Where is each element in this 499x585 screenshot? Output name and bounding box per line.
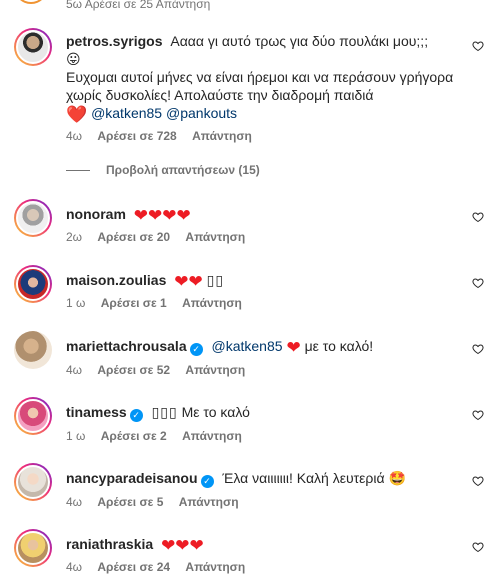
heart-outline-icon[interactable] [471, 343, 485, 357]
comment-body: maison.zoulias ❤❤ ▯▯ 1 ω Αρέσει σε 1 Απά… [66, 271, 459, 311]
view-replies-button[interactable]: Προβολή απαντήσεων (15) [66, 163, 260, 177]
hearts-emoji: ❤❤❤ [161, 536, 204, 555]
unrendered-emoji: ▯▯▯ [151, 404, 178, 420]
timestamp[interactable]: 4ω [66, 129, 82, 143]
mention-pankouts[interactable]: @pankouts [166, 105, 237, 121]
heart-outline-icon[interactable] [471, 211, 485, 225]
avatar[interactable] [14, 397, 52, 435]
timestamp[interactable]: 4ω [66, 363, 82, 377]
likes-count[interactable]: Αρέσει σε 24 [97, 560, 170, 574]
avatar[interactable] [14, 28, 52, 66]
verified-badge-icon: ✓ [189, 343, 203, 356]
username[interactable]: tinamess [66, 404, 127, 420]
likes-count[interactable]: Αρέσει σε 1 [101, 296, 167, 310]
hearts-emoji: ❤❤❤❤ [133, 206, 191, 225]
divider [66, 169, 90, 171]
likes-count[interactable]: Αρέσει σε 728 [97, 129, 176, 143]
avatar[interactable] [14, 0, 48, 4]
likes-count[interactable]: Αρέσει σε 20 [97, 230, 170, 244]
username[interactable]: nancyparadeisanou [66, 470, 198, 486]
avatar[interactable] [14, 529, 52, 567]
verified-badge-icon: ✓ [200, 475, 214, 488]
comment-body: raniathraskia ❤❤❤ 4ω Αρέσει σε 24 Απάντη… [66, 535, 459, 575]
hearts-emoji: ❤❤ [174, 272, 203, 291]
username[interactable]: mariettachrousala [66, 338, 187, 354]
comment-body: petros.syrigos Αααα γι αυτό τρως για δύο… [66, 32, 459, 144]
likes-count[interactable]: Αρέσει σε 2 [101, 429, 167, 443]
view-replies-label: Προβολή απαντήσεων (15) [106, 163, 260, 177]
username[interactable]: petros.syrigos [66, 33, 162, 49]
comment-meta: 4ω Αρέσει σε 728 Απάντηση [66, 128, 459, 144]
avatar[interactable] [14, 331, 52, 369]
mention-katken85[interactable]: @katken85 [212, 338, 283, 354]
avatar[interactable] [14, 463, 52, 501]
comment-text: Αααα γι αυτό τρως για δύο πουλάκι μου;;; [170, 33, 429, 49]
comment-body: tinamess ✓ ▯▯▯ Με το καλό 1 ω Αρέσει σε 2… [66, 403, 459, 444]
comment-meta: 4ω Αρέσει σε 52 Απάντηση [66, 362, 459, 378]
timestamp[interactable]: 4ω [66, 495, 82, 509]
heart-outline-icon[interactable] [471, 475, 485, 489]
timestamp[interactable]: 4ω [66, 560, 82, 574]
comment-body: mariettachrousala ✓ @katken85 ❤ με το καλ… [66, 337, 459, 378]
comment-meta: 2ω Αρέσει σε 20 Απάντηση [66, 229, 459, 245]
timestamp[interactable]: 2ω [66, 230, 82, 244]
comment-body: nancyparadeisanou ✓ Έλα ναιιιιιιι! Καλή λ… [66, 469, 459, 510]
heart-emoji: ❤️ [66, 105, 88, 124]
heart-outline-icon[interactable] [471, 541, 485, 555]
comment-text: Έλα ναιιιιιιι! Καλή λευτεριά [222, 470, 385, 486]
mention-katken85[interactable]: @katken85 [91, 105, 162, 121]
unrendered-emoji: ▯▯ [206, 272, 225, 288]
likes-count[interactable]: Αρέσει σε 5 [97, 495, 163, 509]
heart-emoji: ❤ [286, 338, 301, 357]
star-eyes-emoji: 🤩 [388, 470, 406, 486]
comment-body: nonoram ❤❤❤❤ 2ω Αρέσει σε 20 Απάντηση [66, 205, 459, 245]
comment-meta: 4ω Αρέσει σε 24 Απάντηση [66, 559, 459, 575]
comment-text-continued: Ευχομαι αυτοί μήνες να είναι ήρεμοι και … [66, 69, 454, 103]
reply-button[interactable]: Απάντηση [185, 230, 245, 244]
emoji: 😛 [66, 51, 81, 67]
comment-meta: 4ω Αρέσει σε 5 Απάντηση [66, 494, 459, 510]
username[interactable]: raniathraskia [66, 536, 153, 552]
timestamp[interactable]: 1 ω [66, 296, 85, 310]
avatar[interactable] [14, 265, 52, 303]
heart-outline-icon[interactable] [471, 40, 485, 54]
username[interactable]: maison.zoulias [66, 272, 166, 288]
likes-count[interactable]: Αρέσει σε 52 [97, 363, 170, 377]
reply-button[interactable]: Απάντηση [192, 129, 252, 143]
timestamp[interactable]: 1 ω [66, 429, 85, 443]
comment-text: Με το καλό [181, 404, 250, 420]
reply-button[interactable]: Απάντηση [185, 560, 245, 574]
comment-meta: 5ω Αρέσει σε 25 Απάντηση [66, 0, 211, 11]
avatar[interactable] [14, 199, 52, 237]
reply-button[interactable]: Απάντηση [182, 429, 242, 443]
comment-meta: 1 ω Αρέσει σε 2 Απάντηση [66, 428, 459, 444]
comment-meta: 1 ω Αρέσει σε 1 Απάντηση [66, 295, 459, 311]
verified-badge-icon: ✓ [129, 409, 143, 422]
heart-outline-icon[interactable] [471, 277, 485, 291]
reply-button[interactable]: Απάντηση [182, 296, 242, 310]
reply-button[interactable]: Απάντηση [185, 363, 245, 377]
username[interactable]: nonoram [66, 206, 126, 222]
heart-outline-icon[interactable] [471, 409, 485, 423]
comment-text: με το καλό! [304, 338, 374, 354]
reply-button[interactable]: Απάντηση [179, 495, 239, 509]
previous-comment-fragment: 5ω Αρέσει σε 25 Απάντηση [0, 0, 499, 11]
